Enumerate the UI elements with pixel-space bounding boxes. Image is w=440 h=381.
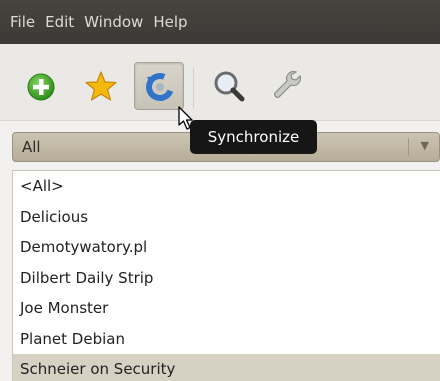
star-icon [85,71,117,101]
feed-list: <All> Delicious Demotywatory.pl Dilbert … [12,170,440,381]
feed-filter-value: All [22,138,41,156]
menu-bar: File Edit Window Help [0,0,440,44]
add-feed-button[interactable] [18,62,68,110]
toolbar [0,44,440,121]
menu-window[interactable]: Window [84,13,143,31]
add-icon [27,73,55,101]
search-button[interactable] [204,62,254,110]
synchronize-tooltip: Synchronize [190,120,317,154]
search-icon [214,71,245,102]
feed-item-selected[interactable]: Schneier on Security [13,354,440,381]
feed-item[interactable]: <All> [13,171,440,202]
toolbar-separator [193,68,194,108]
synchronize-icon [146,73,174,101]
feed-item[interactable]: Joe Monster [13,293,440,324]
dropdown-separator [408,138,409,156]
wrench-icon [274,70,302,98]
feed-item[interactable]: Planet Debian [13,324,440,355]
feed-item[interactable]: Demotywatory.pl [13,232,440,263]
preferences-button[interactable] [262,62,312,110]
chevron-down-icon: ▼ [420,139,429,152]
favorite-button[interactable] [77,62,127,110]
mouse-cursor-icon [178,106,193,130]
menu-help[interactable]: Help [153,13,187,31]
menu-file[interactable]: File [10,13,35,31]
synchronize-button[interactable] [134,62,184,110]
feed-item[interactable]: Dilbert Daily Strip [13,263,440,294]
feed-item[interactable]: Delicious [13,202,440,233]
menu-edit[interactable]: Edit [45,13,74,31]
